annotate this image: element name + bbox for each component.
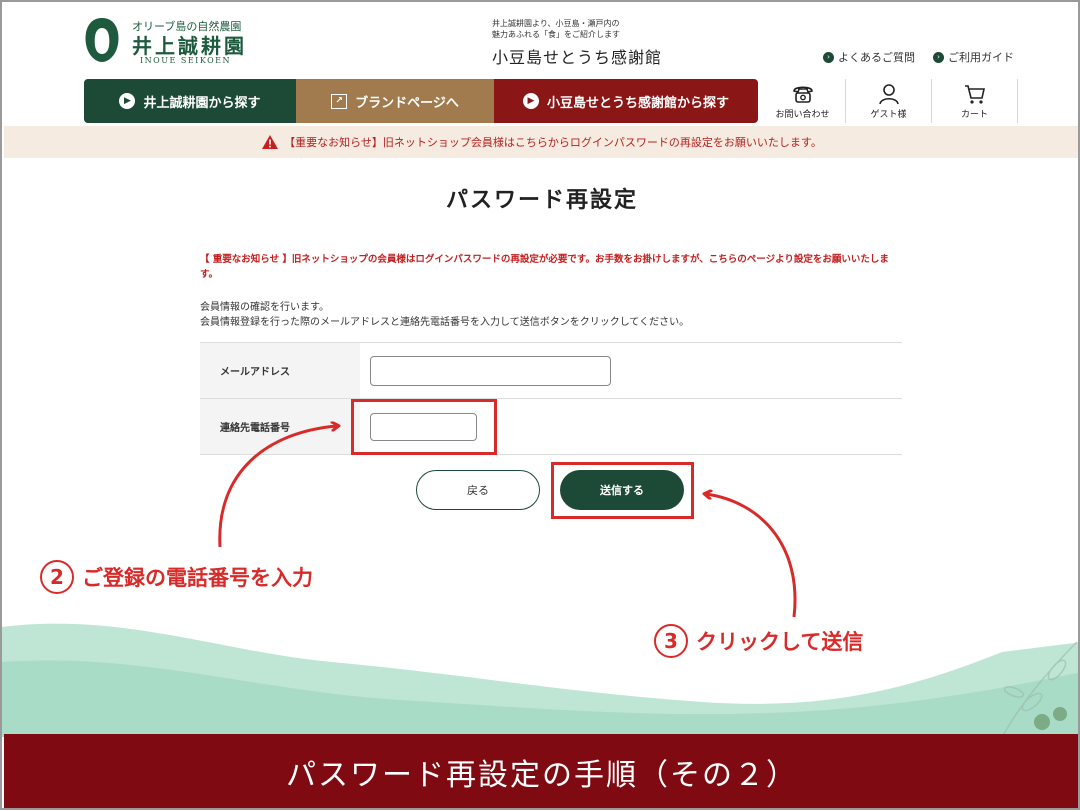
tagline-line-2: 魅力あふれる「食」をご紹介します: [492, 30, 620, 39]
cart-label: カート: [960, 109, 988, 120]
page-title: パスワード再設定: [445, 188, 638, 213]
user-icon: [878, 83, 899, 104]
arrow-right-icon: ▶: [119, 93, 136, 109]
phone-row: 連絡先電話番号: [200, 399, 902, 455]
faq-link-label: よくあるご質問: [838, 51, 915, 64]
chevron-right-icon: ›: [933, 51, 944, 63]
nav-inoue-label: 井上誠耕園から探す: [143, 95, 261, 111]
guide-link-label: ご利用ガイド: [948, 51, 1014, 64]
instruction-line-1: 会員情報の確認を行います。: [200, 302, 329, 313]
chevron-right-icon: ›: [823, 51, 834, 63]
email-input[interactable]: [370, 355, 611, 386]
tagline-line-1: 井上誠耕園より、小豆島・瀬戸内の: [492, 19, 620, 28]
guest-label: ゲスト様: [870, 109, 907, 120]
instructions: 会員情報の確認を行います。 会員情報登録を行った際のメールアドレスと連絡先電話番…: [200, 300, 900, 330]
phone-icon: [792, 85, 813, 103]
brand-title[interactable]: 小豆島せとうち感謝館: [492, 44, 662, 68]
contact-label: お問い合わせ: [775, 109, 830, 120]
logo[interactable]: オリーブ島の自然農園 井上誠耕園 INOUE SEIKOEN: [82, 16, 282, 68]
phone-label: 連絡先電話番号: [200, 399, 360, 454]
cart-button[interactable]: カート: [932, 79, 1018, 123]
phone-highlight-box: [351, 399, 497, 455]
nav-brand-label: ブランドページへ: [355, 95, 459, 111]
arrow-right-icon: ▶: [522, 93, 539, 109]
screenshot-frame: オリーブ島の自然農園 井上誠耕園 INOUE SEIKOEN 井上誠耕園より、小…: [0, 0, 1080, 810]
step-2-annotation: 2 ご登録の電話番号を入力: [40, 560, 313, 594]
warning-icon: [262, 135, 279, 149]
guest-account-button[interactable]: ゲスト様: [846, 79, 932, 123]
faq-link[interactable]: › よくあるご質問: [823, 49, 915, 65]
step-3-number: 3: [654, 624, 688, 658]
arrow-to-submit-icon: [706, 494, 797, 618]
caption-banner: パスワード再設定の手順（その２）: [4, 734, 1078, 808]
cart-icon: [964, 84, 985, 104]
step-2-number: 2: [40, 560, 74, 594]
instruction-line-2: 会員情報登録を行った際のメールアドレスと連絡先電話番号を入力して送信ボタンをクリ…: [200, 317, 690, 328]
nav-inoue-button[interactable]: ▶ 井上誠耕園から探す: [84, 79, 296, 123]
step-3-annotation: 3 クリックして送信: [654, 624, 863, 658]
contact-button[interactable]: お問い合わせ: [760, 79, 846, 123]
important-notice: 【 重要なお知らせ 】旧ネットショップの会員様はログインパスワードの再設定が必要…: [200, 254, 889, 280]
nav-shodoshima-label: 小豆島せとうち感謝館から探す: [546, 95, 729, 111]
back-button[interactable]: 戻る: [416, 470, 540, 510]
verification-form: メールアドレス 連絡先電話番号: [200, 342, 902, 455]
email-label: メールアドレス: [200, 343, 360, 398]
guide-link[interactable]: › ご利用ガイド: [933, 49, 1014, 65]
notice-text: 【重要なお知らせ】旧ネットショップ会員様はこちらからログインパスワードの再設定を…: [284, 136, 822, 149]
olive-logo-icon: [85, 18, 119, 62]
email-cell: [360, 343, 902, 398]
submit-highlight-box: [551, 462, 694, 519]
main-nav: ▶ 井上誠耕園から探す ↗ ブランドページへ ▶ 小豆島せとうち感謝館から探す: [84, 79, 758, 123]
nav-shodoshima-button[interactable]: ▶ 小豆島せとうち感謝館から探す: [494, 79, 758, 123]
step-3-text: クリックして送信: [696, 630, 864, 654]
step-2-text: ご登録の電話番号を入力: [82, 566, 313, 590]
email-row: メールアドレス: [200, 343, 902, 399]
external-link-icon: ↗: [331, 93, 348, 109]
logo-name: 井上誠耕園: [132, 34, 247, 58]
notice-bar[interactable]: 【重要なお知らせ】旧ネットショップ会員様はこちらからログインパスワードの再設定を…: [4, 126, 1078, 158]
site-tagline: 井上誠耕園より、小豆島・瀬戸内の 魅力あふれる「食」をご紹介します: [492, 18, 620, 40]
nav-brand-button[interactable]: ↗ ブランドページへ: [296, 79, 494, 123]
top-links: › よくあるご質問 › ご利用ガイド: [823, 49, 1014, 65]
logo-english: INOUE SEIKOEN: [140, 56, 231, 65]
